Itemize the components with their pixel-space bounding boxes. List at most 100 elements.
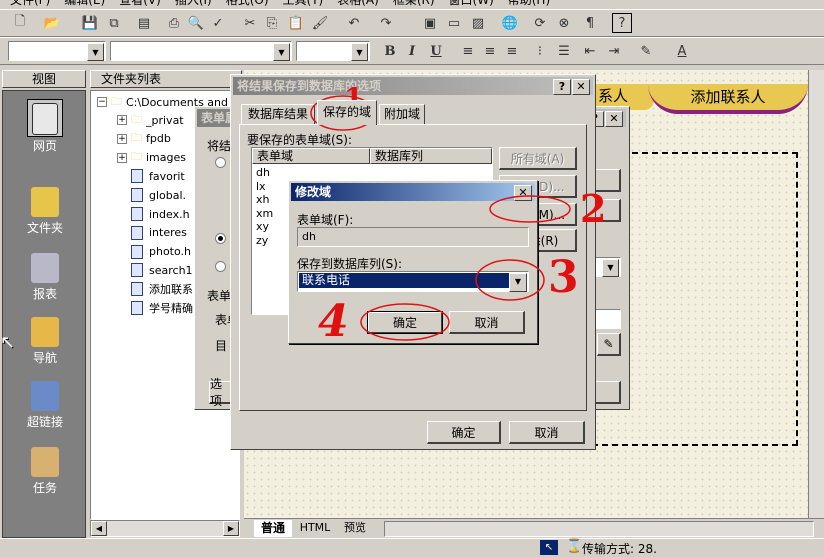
list-item[interactable]: zy bbox=[256, 234, 268, 247]
tree-item[interactable]: + 🗀 _privat bbox=[117, 111, 184, 129]
font-color-icon[interactable]: A bbox=[672, 41, 692, 61]
list-item[interactable]: dh bbox=[256, 166, 270, 179]
spelling-icon[interactable]: ✓ bbox=[208, 13, 228, 33]
tab-html[interactable]: HTML bbox=[296, 520, 334, 537]
tab-preview[interactable]: 预览 bbox=[336, 520, 374, 537]
font-size-dropdown[interactable]: ▼ bbox=[296, 41, 370, 61]
folder-list-icon[interactable]: ▤ bbox=[134, 13, 154, 33]
refresh-icon[interactable]: ⟳ bbox=[530, 13, 550, 33]
help-icon[interactable]: ? bbox=[553, 79, 571, 95]
chevron-down-icon[interactable]: ▼ bbox=[509, 273, 527, 292]
tree-item[interactable]: index.h bbox=[131, 205, 190, 223]
format-painter-icon[interactable]: 🖌 bbox=[310, 13, 330, 33]
list-item[interactable]: xh bbox=[256, 193, 269, 206]
web-component-icon[interactable]: ▣ bbox=[420, 13, 440, 33]
style-dropdown[interactable]: ▼ bbox=[8, 41, 106, 61]
insert-table-icon[interactable]: ▭ bbox=[444, 13, 464, 33]
copy-icon[interactable]: ⎘ bbox=[262, 13, 282, 33]
tab-additional-fields[interactable]: 附加域 bbox=[379, 104, 425, 124]
menu-item[interactable]: 窗口(W) bbox=[449, 0, 494, 8]
highlight-icon[interactable]: ✎ bbox=[636, 41, 656, 61]
tree-item[interactable]: interes bbox=[131, 224, 187, 242]
italic-icon[interactable]: I bbox=[402, 41, 422, 61]
editor-hscrollbar[interactable] bbox=[384, 521, 814, 537]
print-icon[interactable]: ⎙ bbox=[164, 13, 184, 33]
preview-icon[interactable]: 🔍 bbox=[186, 13, 206, 33]
open-icon[interactable]: 📂 bbox=[42, 13, 62, 33]
bg-radio-1[interactable] bbox=[215, 157, 226, 168]
align-left-icon[interactable]: ≡ bbox=[458, 41, 478, 61]
paste-icon[interactable]: 📋 bbox=[286, 13, 306, 33]
tree-item[interactable]: 学号精确 bbox=[131, 299, 193, 317]
list-item[interactable]: xy bbox=[256, 220, 269, 233]
increase-indent-icon[interactable]: ⇥ bbox=[604, 41, 624, 61]
editor-vscrollbar[interactable] bbox=[808, 70, 824, 520]
views-item-reports[interactable]: 报表 bbox=[3, 253, 87, 302]
undo-icon[interactable]: ↶ bbox=[344, 13, 364, 33]
views-item-page[interactable]: 网页 bbox=[3, 103, 87, 154]
db-ok-button[interactable]: 确定 bbox=[427, 421, 501, 444]
tab-normal[interactable]: 普通 bbox=[254, 520, 292, 537]
close-icon[interactable]: ✕ bbox=[514, 185, 532, 201]
db-cancel-button[interactable]: 取消 bbox=[509, 421, 585, 444]
db-column-select[interactable]: 联系电话 ▼ bbox=[297, 271, 529, 292]
insert-picture-icon[interactable]: ▨ bbox=[468, 13, 488, 33]
bold-icon[interactable]: B bbox=[380, 41, 400, 61]
menu-item[interactable]: 查看(V) bbox=[119, 0, 161, 8]
views-item-folders[interactable]: 文件夹 bbox=[3, 187, 87, 236]
menu-item[interactable]: 编辑(E) bbox=[64, 0, 105, 8]
views-item-hyperlinks[interactable]: 超链接 bbox=[3, 381, 87, 430]
align-center-icon[interactable]: ≡ bbox=[480, 41, 500, 61]
list-item[interactable]: xm bbox=[256, 207, 273, 220]
menu-item[interactable]: 文件(F) bbox=[10, 0, 50, 8]
folder-tree-scrollbar[interactable]: ◀ ▶ bbox=[90, 520, 240, 537]
tab-saved-fields[interactable]: 保存的域 bbox=[317, 100, 377, 125]
save-icon[interactable]: 💾 bbox=[80, 13, 100, 33]
numbering-icon[interactable]: ⁝ bbox=[530, 41, 550, 61]
scroll-left-icon[interactable]: ◀ bbox=[91, 521, 107, 536]
show-all-icon[interactable]: ¶ bbox=[580, 13, 600, 33]
views-item-navigation[interactable]: 导航 bbox=[3, 317, 87, 366]
tree-item[interactable]: 添加联系 bbox=[131, 280, 193, 298]
scroll-right-icon[interactable]: ▶ bbox=[223, 521, 239, 536]
menu-item[interactable]: 框架(R) bbox=[393, 0, 435, 8]
publish-icon[interactable]: ⧉ bbox=[104, 13, 124, 33]
bg-radio-3[interactable] bbox=[215, 261, 226, 272]
tree-item[interactable]: global. bbox=[131, 186, 186, 204]
help-icon[interactable]: ? bbox=[612, 13, 632, 33]
redo-icon[interactable]: ↷ bbox=[376, 13, 396, 33]
align-right-icon[interactable]: ≡ bbox=[502, 41, 522, 61]
close-icon[interactable]: ✕ bbox=[572, 79, 590, 95]
cut-icon[interactable]: ✂ bbox=[240, 13, 260, 33]
font-dropdown[interactable]: ▼ bbox=[110, 41, 292, 61]
tree-item[interactable]: + 🗀 images bbox=[117, 149, 186, 167]
underline-icon[interactable]: U bbox=[426, 41, 446, 61]
menu-item[interactable]: 工具(T) bbox=[283, 0, 324, 8]
menu-item[interactable]: 帮助(H) bbox=[508, 0, 550, 8]
all-fields-button[interactable]: 所有域(A) bbox=[499, 147, 577, 170]
bg-radio-2[interactable] bbox=[215, 233, 226, 244]
hyperlink-icon[interactable]: 🌐 bbox=[500, 13, 520, 33]
bg-button-3[interactable] bbox=[595, 381, 621, 404]
menu-item[interactable]: 表格(A) bbox=[337, 0, 379, 8]
form-field-input[interactable]: dh bbox=[297, 227, 529, 247]
modify-ok-button[interactable]: 确定 bbox=[367, 311, 443, 334]
column-header-form-field[interactable]: 表单域 bbox=[252, 148, 370, 164]
close-icon[interactable]: ✕ bbox=[605, 111, 623, 127]
views-item-tasks[interactable]: 任务 bbox=[3, 447, 87, 496]
column-header-db-column[interactable]: 数据库列 bbox=[370, 148, 492, 164]
menu-item[interactable]: 插入(I) bbox=[175, 0, 212, 8]
modify-cancel-button[interactable]: 取消 bbox=[449, 311, 525, 334]
tree-item[interactable]: search1 bbox=[131, 261, 193, 279]
stop-icon[interactable]: ⊗ bbox=[554, 13, 574, 33]
tree-item[interactable]: favorit bbox=[131, 167, 185, 185]
decrease-indent-icon[interactable]: ⇤ bbox=[580, 41, 600, 61]
list-item[interactable]: lx bbox=[256, 180, 266, 193]
tree-item[interactable]: + 🗀 fpdb bbox=[117, 130, 171, 148]
tree-item[interactable]: photo.h bbox=[131, 243, 191, 261]
bg-edit-button[interactable]: ✎ bbox=[597, 333, 621, 356]
menu-item[interactable]: 格式(O) bbox=[226, 0, 269, 8]
tab-database-results[interactable]: 数据库结果 bbox=[241, 104, 315, 124]
bullets-icon[interactable]: ☰ bbox=[554, 41, 574, 61]
new-page-icon[interactable]: 🗋 bbox=[10, 13, 30, 33]
